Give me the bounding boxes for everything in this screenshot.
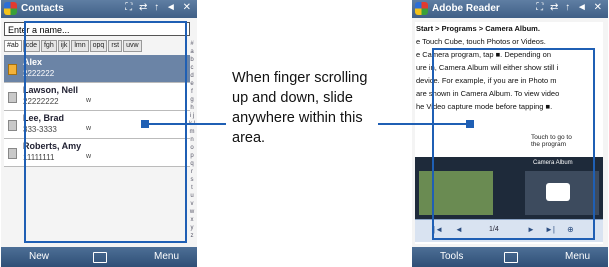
tools-softkey[interactable]: Tools [440, 251, 463, 262]
contact-icon [8, 120, 17, 131]
contact-icon [8, 148, 17, 159]
start-menu-icon[interactable] [415, 2, 428, 15]
title-bar: Contacts ⛶ ⇄ ↑ ◄ ✕ [1, 0, 197, 18]
status-icons[interactable]: ⛶ ⇄ ↑ ◄ ✕ [536, 2, 604, 13]
app-title: Contacts [21, 3, 64, 14]
callout-line [378, 123, 466, 125]
title-bar: Adobe Reader ⛶ ⇄ ↑ ◄ ✕ [412, 0, 608, 18]
contact-icon [8, 92, 17, 103]
keyboard-icon[interactable] [504, 252, 518, 263]
app-title: Adobe Reader [432, 3, 500, 14]
status-icons[interactable]: ⛶ ⇄ ↑ ◄ ✕ [125, 2, 193, 13]
keyboard-icon[interactable] [93, 252, 107, 263]
new-softkey[interactable]: New [29, 251, 49, 262]
start-menu-icon[interactable] [4, 2, 17, 15]
instruction-caption: When finger scrolling up and down, slide… [232, 70, 368, 146]
callout-line [149, 123, 226, 125]
soft-key-bar: Tools Menu [412, 247, 608, 267]
doc-line: e Touch Cube, touch Photos or Videos. [416, 37, 546, 46]
callout-marker [466, 120, 474, 128]
soft-key-bar: New Menu [1, 247, 197, 267]
tab-ab[interactable]: #ab [4, 40, 22, 52]
menu-softkey[interactable]: Menu [565, 251, 590, 262]
doc-line: Start > Programs > Camera Album. [416, 24, 540, 33]
scroll-area-highlight [24, 21, 187, 243]
menu-softkey[interactable]: Menu [154, 251, 179, 262]
scroll-area-highlight [432, 48, 595, 240]
alphabet-index-bar[interactable]: # a b c d e f g h i j k l m n o p q r s … [189, 40, 195, 240]
contact-icon [8, 64, 17, 75]
callout-marker [141, 120, 149, 128]
